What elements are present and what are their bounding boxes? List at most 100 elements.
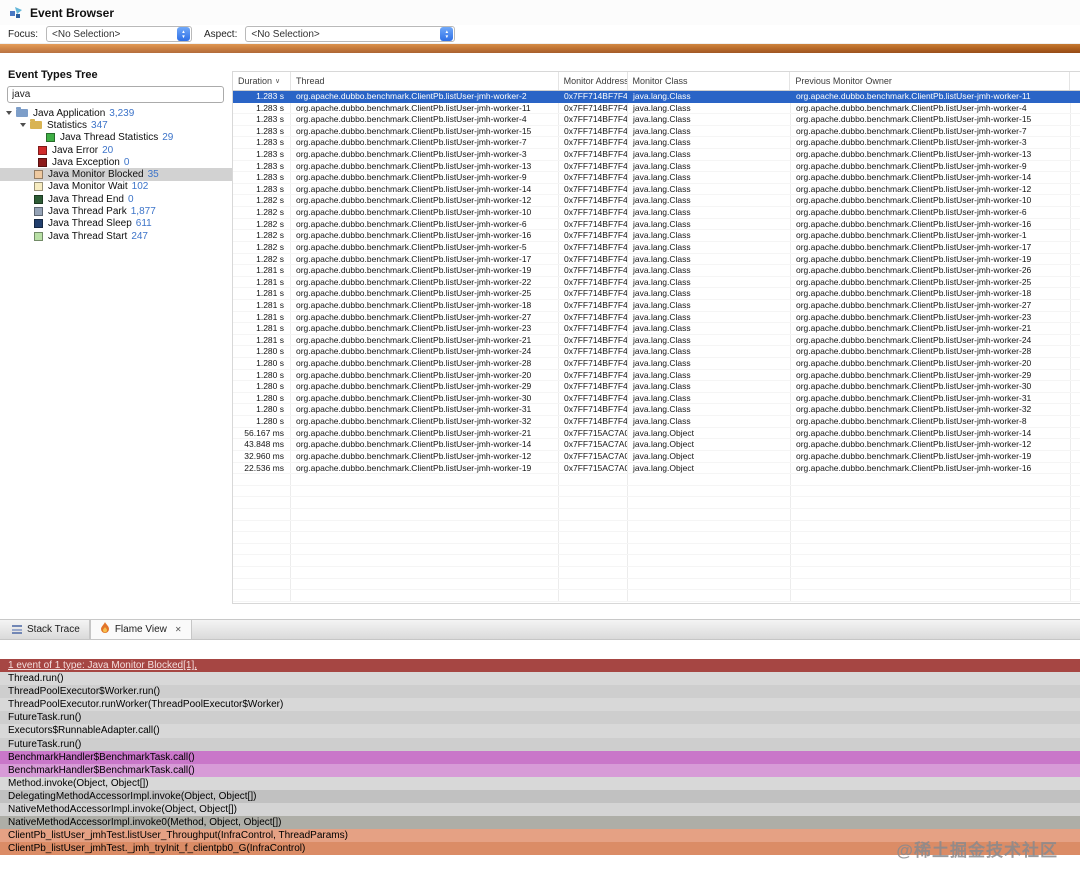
table-row[interactable]: 1.281 s org.apache.dubbo.benchmark.Client… (233, 311, 1080, 324)
table-row[interactable]: 1.282 s org.apache.dubbo.benchmark.Client… (233, 230, 1080, 242)
empty-cell (628, 532, 791, 543)
table-row[interactable]: 1.281 s org.apache.dubbo.benchmark.Client… (233, 299, 1080, 312)
flame-frame[interactable]: FutureTask.run() (0, 711, 1080, 725)
tree-item-java-monitor-blocked[interactable]: Java Monitor Blocked 35 (0, 168, 232, 181)
event-table: Duration ∨ Thread Monitor Address Monitor Cl… (232, 71, 1080, 604)
cell-monitor-class: java.lang.Class (628, 346, 791, 358)
table-row[interactable]: 56.167 ms org.apache.dubbo.benchmark.Clie… (233, 427, 1080, 440)
table-row[interactable]: 1.281 s org.apache.dubbo.benchmark.Client… (233, 288, 1080, 300)
table-row[interactable]: 1.280 s org.apache.dubbo.benchmark.Client… (233, 381, 1080, 393)
tree-item-java-application[interactable]: Java Application 3,239 (0, 107, 232, 119)
table-row[interactable]: 1.280 s org.apache.dubbo.benchmark.Client… (233, 358, 1080, 370)
cell-duration: 1.282 s (233, 241, 291, 253)
flame-frame[interactable]: FutureTask.run() (0, 737, 1080, 751)
empty-cell (233, 474, 291, 485)
expand-caret-icon[interactable] (6, 111, 12, 116)
aspect-select-value: <No Selection> (251, 28, 320, 40)
column-header-previous-monitor-owner[interactable]: Previous Monitor Owner (790, 72, 1070, 90)
tab-stack-trace[interactable]: Stack Trace (3, 620, 90, 639)
table-row[interactable]: 1.282 s org.apache.dubbo.benchmark.Client… (233, 207, 1080, 219)
table-row[interactable]: 1.280 s org.apache.dubbo.benchmark.Client… (233, 416, 1080, 428)
flame-frame[interactable]: Method.invoke(Object, Object[]) (0, 776, 1080, 790)
table-row[interactable]: 1.283 s org.apache.dubbo.benchmark.Client… (233, 183, 1080, 196)
flame-frame[interactable]: 1 event of 1 type: Java Monitor Blocked[… (0, 659, 1080, 673)
tree-filter-input[interactable] (7, 86, 224, 103)
cell-thread: org.apache.dubbo.benchmark.ClientPb.list… (291, 241, 559, 253)
table-row[interactable]: 1.283 s org.apache.dubbo.benchmark.Client… (233, 91, 1080, 103)
flame-frame[interactable]: ThreadPoolExecutor$Worker.run() (0, 685, 1080, 699)
cell-thread: org.apache.dubbo.benchmark.ClientPb.list… (291, 439, 559, 450)
table-row[interactable]: 1.283 s org.apache.dubbo.benchmark.Client… (233, 137, 1080, 150)
cell-monitor-address: 0x7FF715AC7A00 (559, 450, 628, 462)
tree-item-java-error[interactable]: Java Error 20 (0, 144, 232, 156)
table-row[interactable]: 1.280 s org.apache.dubbo.benchmark.Client… (233, 346, 1080, 359)
table-row[interactable]: 1.283 s org.apache.dubbo.benchmark.Client… (233, 172, 1080, 184)
table-row[interactable]: 1.281 s org.apache.dubbo.benchmark.Client… (233, 265, 1080, 277)
cell-previous-monitor-owner: org.apache.dubbo.benchmark.ClientPb.list… (791, 218, 1071, 230)
cell-duration: 1.283 s (233, 172, 291, 183)
flame-frame[interactable]: ThreadPoolExecutor.runWorker(ThreadPoolE… (0, 698, 1080, 712)
event-browser-window: Event Browser Focus: <No Selection> ▲ ▼ … (0, 0, 1080, 883)
table-row[interactable]: 1.283 s org.apache.dubbo.benchmark.Client… (233, 160, 1080, 173)
empty-cell (791, 474, 1071, 485)
tree-item-java-monitor-wait[interactable]: Java Monitor Wait 102 (0, 181, 232, 193)
cell-monitor-class: java.lang.Class (628, 137, 791, 149)
expand-caret-icon[interactable] (20, 123, 26, 128)
flame-frame[interactable]: NativeMethodAccessorImpl.invoke0(Method,… (0, 816, 1080, 830)
table-row[interactable]: 22.536 ms org.apache.dubbo.benchmark.Clie… (233, 462, 1080, 475)
event-browser-icon (10, 6, 22, 18)
table-row[interactable]: 1.281 s org.apache.dubbo.benchmark.Client… (233, 276, 1080, 289)
aspect-label: Aspect: (204, 28, 238, 40)
table-row[interactable]: 1.280 s org.apache.dubbo.benchmark.Client… (233, 392, 1080, 405)
cell-previous-monitor-owner: org.apache.dubbo.benchmark.ClientPb.list… (791, 114, 1071, 125)
cell-duration: 1.280 s (233, 381, 291, 392)
table-row[interactable]: 1.281 s org.apache.dubbo.benchmark.Client… (233, 323, 1080, 335)
cell-duration: 1.281 s (233, 276, 291, 288)
table-row[interactable]: 1.282 s org.apache.dubbo.benchmark.Client… (233, 253, 1080, 266)
table-row[interactable]: 1.283 s org.apache.dubbo.benchmark.Client… (233, 114, 1080, 126)
table-row[interactable]: 1.283 s org.apache.dubbo.benchmark.Client… (233, 125, 1080, 138)
column-header-thread[interactable]: Thread (291, 72, 559, 90)
table-row[interactable]: 1.282 s org.apache.dubbo.benchmark.Client… (233, 241, 1080, 254)
tree-item-java-thread-end[interactable]: Java Thread End 0 (0, 193, 232, 205)
aspect-select[interactable]: <No Selection> ▲ ▼ (245, 26, 456, 42)
tree-item-java-thread-sleep[interactable]: Java Thread Sleep 611 (0, 218, 232, 230)
tree-item-java-exception[interactable]: Java Exception 0 (0, 156, 232, 168)
window-titlebar: Event Browser (0, 0, 1080, 25)
tab-close-icon[interactable]: ✕ (175, 625, 182, 634)
tree-item-java-thread-statistics[interactable]: Java Thread Statistics 29 (0, 132, 232, 144)
table-row[interactable]: 1.280 s org.apache.dubbo.benchmark.Client… (233, 404, 1080, 417)
flame-frame[interactable]: DelegatingMethodAccessorImpl.invoke(Obje… (0, 789, 1080, 804)
table-row[interactable]: 1.283 s org.apache.dubbo.benchmark.Client… (233, 149, 1080, 161)
cell-previous-monitor-owner: org.apache.dubbo.benchmark.ClientPb.list… (791, 299, 1071, 311)
tab-flame-view[interactable]: Flame View ✕ (89, 620, 192, 639)
tree-item-label: Java Application (33, 107, 106, 119)
table-row[interactable]: 1.282 s org.apache.dubbo.benchmark.Client… (233, 218, 1080, 231)
focus-select[interactable]: <No Selection> ▲ ▼ (46, 26, 193, 42)
scrollbar-track[interactable] (1070, 72, 1080, 90)
flame-frame[interactable]: NativeMethodAccessorImpl.invoke(Object, … (0, 803, 1080, 817)
cell-monitor-address: 0x7FF714BF7F40 (559, 334, 628, 346)
column-header-monitor-class[interactable]: Monitor Class (628, 72, 791, 90)
table-row[interactable]: 1.280 s org.apache.dubbo.benchmark.Client… (233, 369, 1080, 382)
flame-frame[interactable]: BenchmarkHandler$BenchmarkTask.call() (0, 763, 1080, 777)
table-row[interactable]: 32.960 ms org.apache.dubbo.benchmark.Clie… (233, 450, 1080, 463)
flame-frame[interactable]: BenchmarkHandler$BenchmarkTask.call() (0, 750, 1080, 764)
cell-previous-monitor-owner: org.apache.dubbo.benchmark.ClientPb.list… (791, 439, 1071, 450)
column-header-monitor-address[interactable]: Monitor Address (559, 72, 628, 90)
flame-frame[interactable]: Executors$RunnableAdapter.call() (0, 724, 1080, 738)
empty-cell (559, 520, 628, 532)
column-label: Monitor Class (632, 76, 688, 86)
empty-cell (628, 508, 791, 520)
empty-cell (791, 520, 1071, 532)
table-row[interactable]: 1.282 s org.apache.dubbo.benchmark.Client… (233, 195, 1080, 208)
table-row[interactable]: 1.281 s org.apache.dubbo.benchmark.Client… (233, 334, 1080, 347)
column-header-duration[interactable]: Duration ∨ (233, 72, 291, 90)
table-row[interactable]: 1.283 s org.apache.dubbo.benchmark.Client… (233, 102, 1080, 115)
flame-frame[interactable]: Thread.run() (0, 672, 1080, 686)
tree-item-java-thread-start[interactable]: Java Thread Start 247 (0, 230, 232, 242)
tree-item-java-thread-park[interactable]: Java Thread Park 1,877 (0, 205, 232, 217)
tree-item-statistics[interactable]: Statistics 347 (0, 119, 232, 131)
table-row[interactable]: 43.848 ms org.apache.dubbo.benchmark.Clie… (233, 439, 1080, 451)
tree-item-count: 35 (147, 169, 159, 181)
